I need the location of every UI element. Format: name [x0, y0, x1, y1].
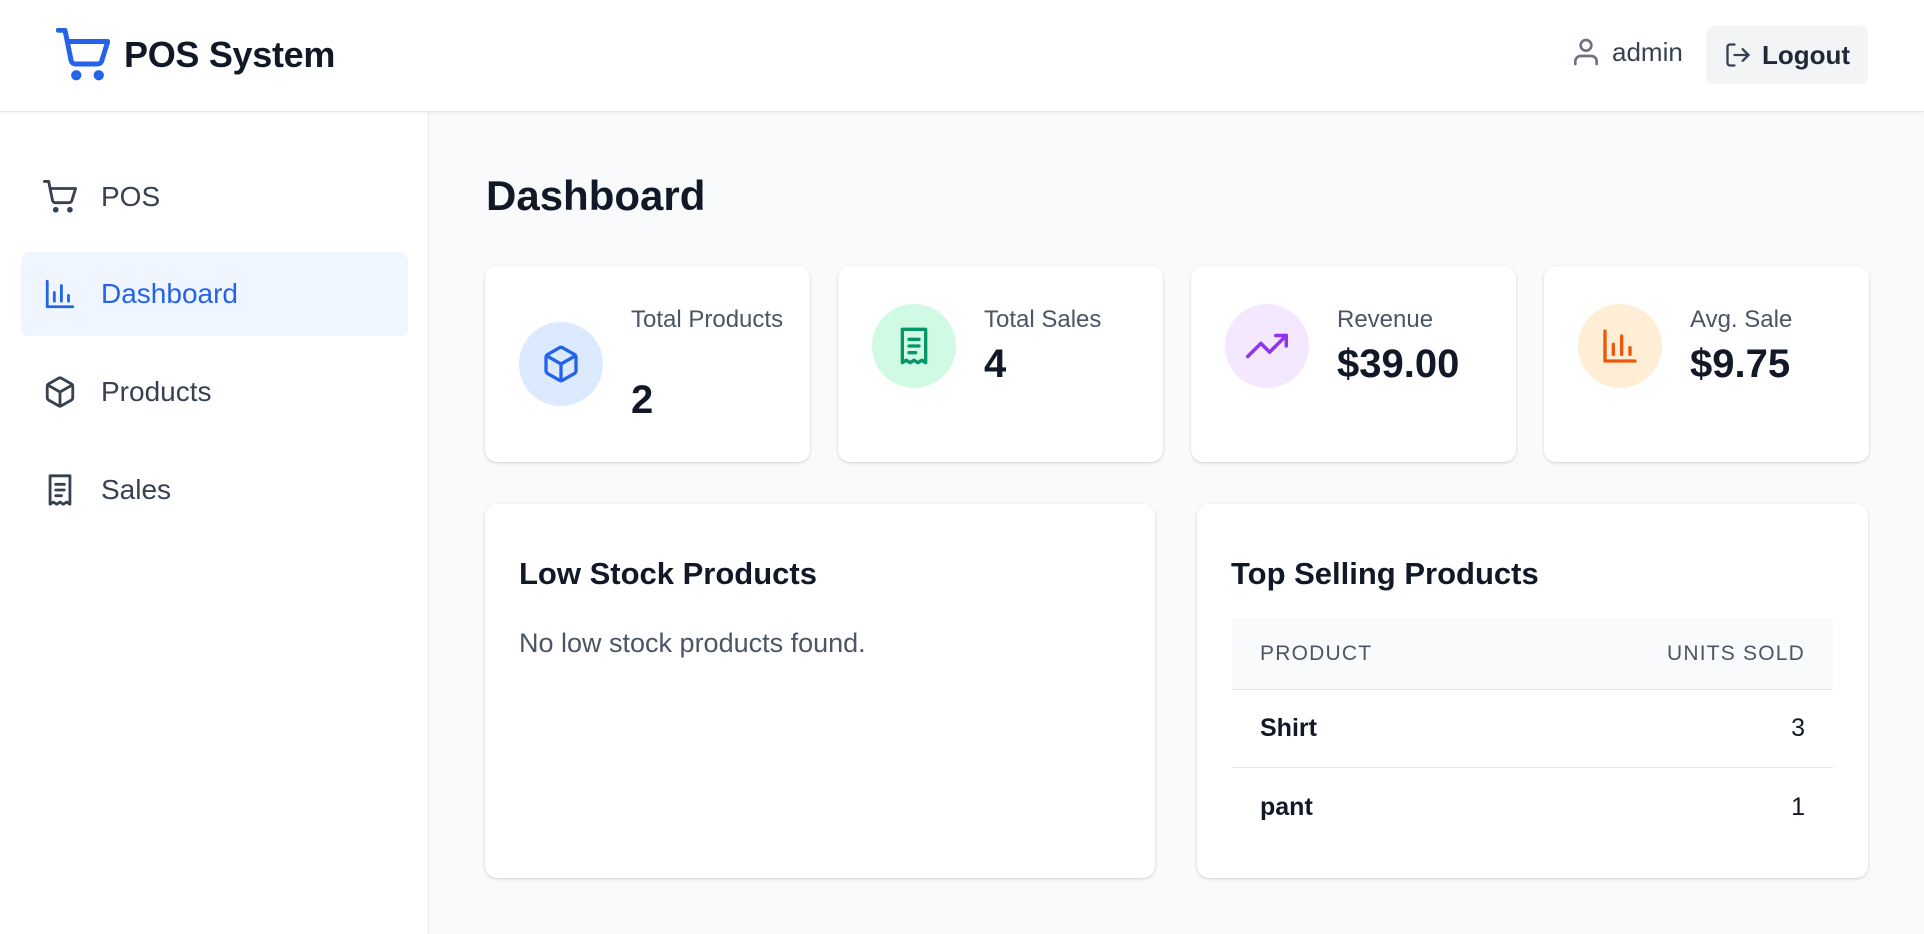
cart-icon: [56, 28, 110, 82]
sidebar-item-label: Dashboard: [101, 278, 238, 309]
stat-label: Total Products: [631, 306, 784, 333]
sidebar-item-label: Sales: [101, 474, 172, 505]
sidebar-item-products[interactable]: Products: [21, 350, 408, 434]
sidebar-item-label: POS: [101, 181, 161, 212]
stat-label: Avg. Sale: [1690, 306, 1793, 333]
bar-chart-icon: [43, 277, 77, 311]
receipt-icon: [43, 473, 77, 507]
table-header: PRODUCT UNITS SOLD: [1232, 618, 1833, 690]
username: admin: [1612, 36, 1683, 67]
stat-card-total-sales: Total Sales 4: [838, 266, 1163, 462]
sidebar-item-sales[interactable]: Sales: [21, 448, 408, 532]
column-header-product: PRODUCT: [1260, 641, 1373, 665]
panel-title: Low Stock Products: [519, 556, 817, 591]
trending-up-icon: [1225, 304, 1309, 388]
logout-icon: [1724, 41, 1752, 69]
table-row: pant 1: [1232, 768, 1833, 846]
stat-value: 2: [631, 378, 654, 422]
low-stock-panel: Low Stock Products No low stock products…: [485, 504, 1155, 878]
cart-icon: [43, 180, 77, 214]
column-header-units-sold: UNITS SOLD: [1666, 641, 1805, 665]
stat-value: $39.00: [1337, 342, 1460, 386]
logout-button[interactable]: Logout: [1706, 26, 1868, 84]
stat-label: Revenue: [1337, 306, 1434, 333]
stat-card-revenue: Revenue $39.00: [1191, 266, 1516, 462]
app-title: POS System: [124, 34, 336, 75]
sidebar-item-label: Products: [101, 376, 212, 407]
page-title: Dashboard: [486, 172, 706, 219]
box-icon: [519, 322, 603, 406]
stat-card-avg-sale: Avg. Sale $9.75: [1544, 266, 1869, 462]
box-icon: [43, 375, 77, 409]
receipt-icon: [872, 304, 956, 388]
stat-card-total-products: Total Products 2: [485, 266, 810, 462]
product-name: Shirt: [1260, 714, 1317, 742]
top-selling-panel: Top Selling Products PRODUCT UNITS SOLD …: [1197, 504, 1868, 878]
table-row: Shirt 3: [1232, 690, 1833, 768]
product-name: pant: [1260, 792, 1313, 821]
panel-title: Top Selling Products: [1231, 556, 1539, 591]
stat-value: 4: [984, 342, 1007, 386]
empty-message: No low stock products found.: [519, 628, 866, 658]
bar-chart-icon: [1578, 304, 1662, 388]
sidebar: POS Dashboard Products Sales: [0, 112, 429, 934]
sidebar-item-pos[interactable]: POS: [21, 155, 408, 239]
sidebar-item-dashboard[interactable]: Dashboard: [21, 252, 408, 336]
stat-label: Total Sales: [984, 306, 1102, 333]
units-sold: 3: [1791, 714, 1805, 742]
user-icon: [1570, 36, 1602, 68]
units-sold: 1: [1791, 792, 1805, 821]
app-header: POS System admin Logout: [0, 0, 1924, 112]
top-selling-table: PRODUCT UNITS SOLD Shirt 3 pant 1: [1232, 618, 1833, 846]
stat-value: $9.75: [1690, 342, 1791, 386]
main-content: Dashboard Total Products 2 Total Sales 4: [430, 112, 1924, 934]
logout-label: Logout: [1761, 39, 1851, 70]
brand[interactable]: POS System: [56, 28, 335, 82]
user-info: admin: [1570, 36, 1683, 68]
